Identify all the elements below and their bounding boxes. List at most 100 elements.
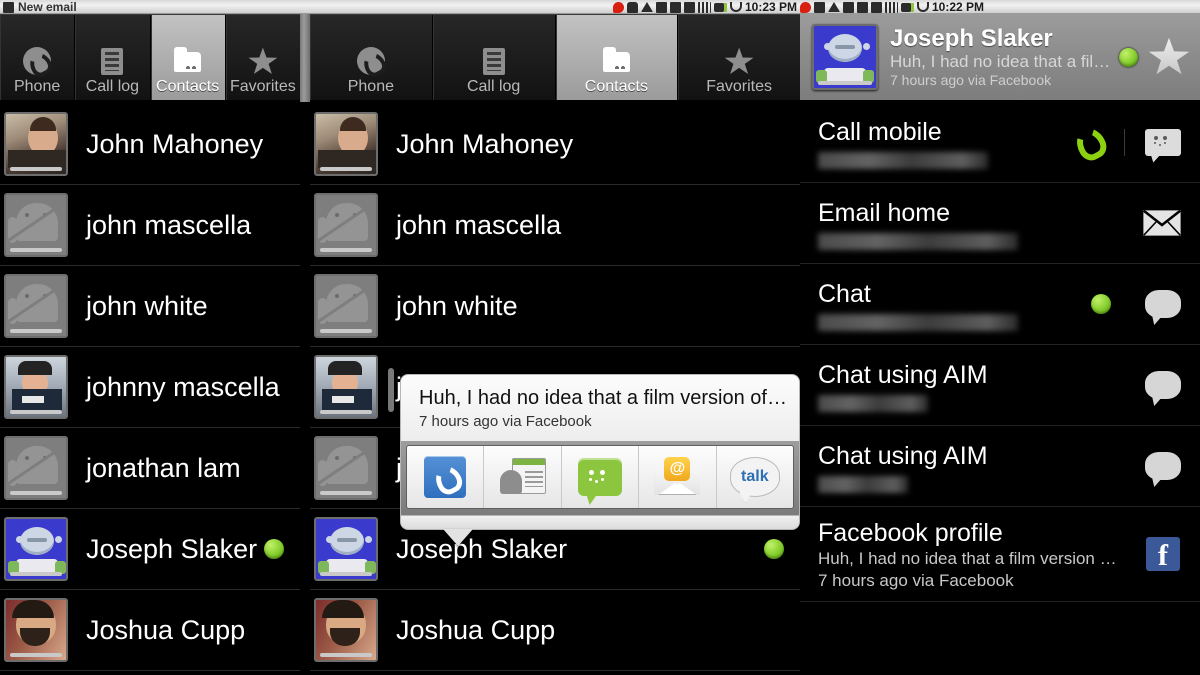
download-icon [828, 2, 840, 12]
status-bar-right: 10:22 PM [800, 0, 1200, 14]
call-log-icon [479, 46, 509, 76]
screenshot-root: New email 10:23 PM Phone Call log Contac… [0, 0, 1200, 675]
avatar [4, 274, 68, 338]
chat-button[interactable] [1126, 452, 1200, 480]
tab-label: Phone [13, 78, 61, 95]
contact-name: Joseph Slaker [86, 534, 258, 564]
email-icon [1142, 209, 1182, 237]
presence-indicator [1119, 47, 1138, 67]
detail-row-subtitle-redacted [818, 476, 908, 493]
detail-row-chat[interactable]: Chat [800, 264, 1200, 345]
signal-icon [697, 1, 711, 13]
list-item[interactable]: Joshua Cupp [0, 590, 300, 671]
contact-name: johnny mascella [86, 372, 280, 402]
quick-contact-header: Huh, I had no idea that a film version o… [400, 374, 800, 441]
status-bar-icons-right: 10:22 PM [800, 1, 987, 13]
photo-icon [3, 1, 14, 13]
contact-name: Joseph Slaker [396, 534, 568, 564]
contact-list-left[interactable]: John Mahoney john mascella john white jo… [0, 104, 300, 675]
avatar [4, 517, 68, 581]
tab-contacts[interactable]: Contacts [555, 15, 679, 100]
tab-bar-left: Phone Call log Contacts Favorites [0, 14, 300, 102]
list-item[interactable]: jonathan lam [0, 428, 300, 509]
facebook-button[interactable]: f [1126, 537, 1200, 571]
tab-call-log[interactable]: Call log [432, 15, 556, 100]
phone-dialer-icon [424, 456, 467, 498]
sdcard-icon [683, 1, 695, 13]
tab-label: Contacts [584, 78, 648, 95]
avatar [314, 112, 378, 176]
contacts-folder-icon [601, 46, 631, 76]
sms-action[interactable] [562, 446, 640, 508]
detail-row-title: Chat using AIM [818, 442, 988, 470]
avatar [4, 598, 68, 662]
call-button[interactable] [1048, 124, 1124, 160]
email-at-icon: @ [654, 457, 701, 495]
star-icon [248, 46, 278, 76]
list-item[interactable]: johnny mascella [0, 347, 300, 428]
detail-row-email-home[interactable]: Email home [800, 183, 1200, 264]
detail-row-call-mobile[interactable]: Call mobile [800, 102, 1200, 183]
favorite-star-icon[interactable] [1148, 37, 1190, 75]
contact-detail-header[interactable]: Joseph Slaker Huh, I had no idea that a … [800, 14, 1200, 102]
photo-icon [814, 1, 825, 13]
phone-icon [356, 46, 386, 76]
facebook-icon: f [1146, 537, 1180, 571]
contact-detail-panel: Joseph Slaker Huh, I had no idea that a … [800, 14, 1200, 675]
dialer-action[interactable] [407, 446, 485, 508]
detail-row-title: Facebook profile [818, 519, 1003, 547]
list-item[interactable]: john mascella [310, 185, 800, 266]
battery-icon [713, 2, 727, 12]
email-icon-svg [1142, 209, 1182, 237]
tab-favorites[interactable]: Favorites [678, 15, 800, 100]
list-item[interactable]: john mascella [0, 185, 300, 266]
list-item[interactable]: Joshua Cupp [310, 590, 800, 671]
avatar [314, 598, 378, 662]
detail-row-subtitle: Huh, I had no idea that a film version … [818, 549, 1117, 568]
status-bar-clock-left: 10:23 PM [744, 0, 797, 14]
chat-button[interactable] [1126, 290, 1200, 318]
tab-favorites[interactable]: Favorites [225, 15, 300, 100]
sms-button[interactable] [1124, 128, 1200, 156]
detail-row-title: Call mobile [818, 118, 942, 146]
call-icon [1068, 124, 1104, 160]
list-item[interactable]: john white [310, 266, 800, 347]
detail-row-chat-aim-2[interactable]: Chat using AIM [800, 426, 1200, 507]
avatar[interactable] [812, 24, 878, 90]
avatar [314, 274, 378, 338]
camera-icon [669, 1, 681, 13]
list-item[interactable]: john white [0, 266, 300, 347]
talk-action[interactable]: talk [717, 446, 793, 508]
email-button[interactable] [1124, 209, 1200, 237]
contact-detail-status: Huh, I had no idea that a film … [890, 51, 1113, 71]
contact-name: john mascella [396, 210, 562, 240]
list-scrollbar[interactable] [388, 368, 394, 412]
sms-icon [1144, 128, 1181, 156]
presence-indicator [764, 539, 784, 559]
list-item[interactable]: Joseph Slaker [0, 509, 300, 590]
detail-row-facebook-profile[interactable]: Facebook profile Huh, I had no idea that… [800, 507, 1200, 602]
quick-contact-popup[interactable]: Huh, I had no idea that a film version o… [400, 374, 800, 546]
detail-row-chat-aim-1[interactable]: Chat using AIM [800, 345, 1200, 426]
email-action[interactable]: @ [639, 446, 717, 508]
tab-phone[interactable]: Phone [0, 15, 76, 100]
tab-phone[interactable]: Phone [310, 15, 433, 100]
presence-indicator [1091, 294, 1111, 314]
detail-row-title: Chat [818, 280, 871, 308]
tab-contacts[interactable]: Contacts [150, 15, 226, 100]
popup-tail [443, 529, 473, 546]
chat-button[interactable] [1126, 371, 1200, 399]
tab-call-log[interactable]: Call log [75, 15, 151, 100]
list-item[interactable]: John Mahoney [0, 104, 300, 185]
camera-icon [857, 1, 868, 13]
notification-count-icon [612, 1, 624, 13]
contact-detail-name: Joseph Slaker [890, 24, 1053, 52]
contact-name: John Mahoney [396, 129, 574, 159]
tab-label: Phone [347, 78, 394, 95]
chat-icon [1145, 452, 1181, 480]
status-bar-clock-right: 10:22 PM [932, 0, 985, 14]
contact-name: John Mahoney [86, 129, 264, 159]
contact-name: jonathan lam [86, 453, 241, 483]
list-item[interactable]: John Mahoney [310, 104, 800, 185]
contact-action[interactable] [484, 446, 562, 508]
